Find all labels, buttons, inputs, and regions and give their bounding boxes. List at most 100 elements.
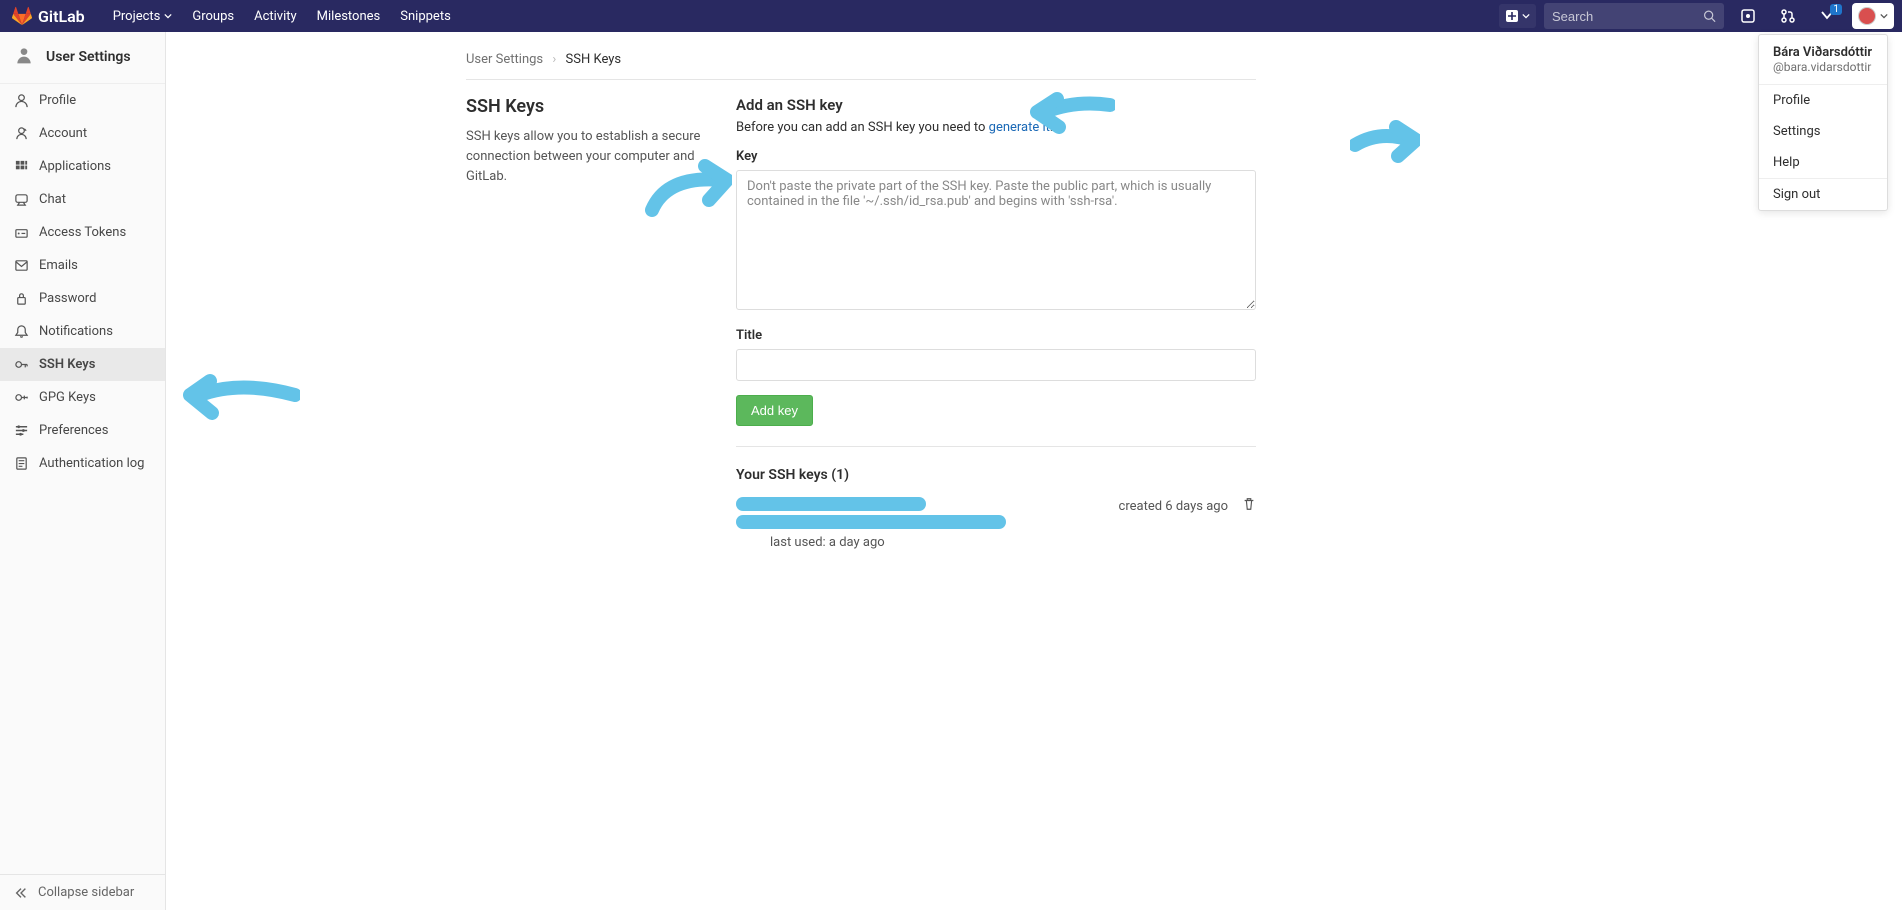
sidebar-item-authentication-log[interactable]: Authentication log	[0, 447, 165, 480]
merge-requests-icon-link[interactable]	[1772, 0, 1804, 32]
sidebar-item-profile[interactable]: Profile	[0, 84, 165, 117]
sidebar-title-text: User Settings	[46, 49, 131, 65]
chevron-down-icon	[1880, 12, 1888, 20]
help-post: .	[1050, 120, 1053, 135]
sidebar-menu: Profile Account Applications Chat Access Tok…	[0, 84, 165, 874]
sidebar-item-notifications[interactable]: Notifications	[0, 315, 165, 348]
sidebar-item-label: GPG Keys	[39, 390, 96, 405]
generate-it-link[interactable]: generate it	[989, 120, 1050, 135]
sidebar-item-label: Chat	[39, 192, 66, 207]
chevron-double-left-icon	[14, 886, 28, 900]
sidebar-header: User Settings	[0, 32, 165, 84]
search-icon	[1703, 9, 1716, 23]
sidebar-item-label: Emails	[39, 258, 78, 273]
sidebar-item-icon	[14, 324, 29, 339]
nav-snippets[interactable]: Snippets	[390, 0, 461, 32]
merge-request-icon	[1780, 8, 1796, 24]
sidebar-item-chat[interactable]: Chat	[0, 183, 165, 216]
breadcrumb-current: SSH Keys	[566, 52, 622, 67]
breadcrumb-separator-icon: ›	[552, 52, 556, 67]
breadcrumb-parent[interactable]: User Settings	[466, 52, 543, 67]
sidebar-item-label: Notifications	[39, 324, 113, 339]
sidebar-item-icon	[14, 390, 29, 405]
delete-key-button[interactable]	[1242, 497, 1256, 515]
chevron-down-icon	[1522, 12, 1530, 20]
dropdown-settings[interactable]: Settings	[1759, 116, 1887, 147]
navbar-left: GitLab Projects Groups Activity Mileston…	[12, 0, 461, 32]
add-key-help: Before you can add an SSH key you need t…	[736, 120, 1256, 135]
sidebar-item-applications[interactable]: Applications	[0, 150, 165, 183]
add-key-button[interactable]: Add key	[736, 395, 813, 426]
sidebar-item-label: Applications	[39, 159, 111, 174]
nav-label: Snippets	[400, 9, 451, 24]
sidebar-item-password[interactable]: Password	[0, 282, 165, 315]
key-created: created 6 days ago	[1119, 499, 1228, 514]
dropdown-help[interactable]: Help	[1759, 147, 1887, 178]
nav-activity[interactable]: Activity	[244, 0, 307, 32]
key-last-used: last used: a day ago	[770, 535, 1119, 550]
title-label: Title	[736, 328, 1256, 343]
user-icon	[14, 45, 34, 69]
ssh-key-textarea[interactable]	[736, 170, 1256, 310]
sidebar-item-icon	[14, 159, 29, 174]
global-search[interactable]	[1544, 3, 1724, 29]
sidebar-item-label: Password	[39, 291, 96, 306]
plus-icon	[1505, 9, 1519, 23]
user-name: Bára Viðarsdóttir	[1773, 45, 1873, 60]
sidebar-item-gpg-keys[interactable]: GPG Keys	[0, 381, 165, 414]
user-avatar-button[interactable]	[1852, 3, 1894, 29]
sidebar-item-icon	[14, 225, 29, 240]
issues-icon-link[interactable]	[1732, 0, 1764, 32]
settings-sidebar: User Settings Profile Account Applications…	[0, 32, 166, 910]
sidebar-item-icon	[14, 258, 29, 273]
gitlab-tanuki-icon	[12, 6, 32, 26]
sidebar-item-icon	[14, 93, 29, 108]
main-content: User Settings › SSH Keys SSH Keys SSH ke…	[166, 32, 1902, 590]
trash-icon	[1242, 497, 1256, 511]
todos-icon-link[interactable]: 1	[1812, 0, 1844, 32]
issues-icon	[1740, 8, 1756, 24]
your-keys-title: Your SSH keys (1)	[736, 467, 1256, 483]
sidebar-item-ssh-keys[interactable]: SSH Keys	[0, 348, 165, 381]
sidebar-item-label: Authentication log	[39, 456, 144, 471]
sidebar-item-preferences[interactable]: Preferences	[0, 414, 165, 447]
sidebar-item-label: SSH Keys	[39, 357, 95, 372]
add-key-title: Add an SSH key	[736, 96, 1256, 114]
sidebar-item-icon	[14, 423, 29, 438]
sidebar-item-label: Account	[39, 126, 87, 141]
sidebar-item-icon	[14, 192, 29, 207]
todo-badge: 1	[1830, 4, 1842, 15]
dropdown-sign-out[interactable]: Sign out	[1759, 179, 1887, 210]
sidebar-item-account[interactable]: Account	[0, 117, 165, 150]
collapse-sidebar-button[interactable]: Collapse sidebar	[0, 874, 165, 910]
sidebar-item-label: Access Tokens	[39, 225, 126, 240]
plus-create-button[interactable]	[1499, 4, 1536, 28]
nav-groups[interactable]: Groups	[182, 0, 244, 32]
dropdown-profile[interactable]: Profile	[1759, 85, 1887, 116]
gitlab-logo[interactable]: GitLab	[12, 6, 85, 26]
sidebar-item-icon	[14, 126, 29, 141]
ssh-key-row: last used: a day ago created 6 days ago	[736, 497, 1256, 550]
collapse-label: Collapse sidebar	[38, 885, 134, 900]
chevron-down-icon	[164, 12, 172, 20]
divider	[736, 446, 1256, 447]
avatar-icon	[1858, 7, 1876, 25]
help-pre: Before you can add an SSH key you need t…	[736, 120, 989, 135]
sidebar-item-icon	[14, 291, 29, 306]
nav-milestones[interactable]: Milestones	[307, 0, 391, 32]
nav-label: Groups	[192, 9, 234, 24]
section-intro: SSH Keys SSH keys allow you to establish…	[466, 96, 716, 550]
sidebar-item-icon	[14, 456, 29, 471]
redacted-key-title	[736, 497, 926, 511]
user-handle: @bara.vidarsdottir	[1773, 60, 1873, 74]
breadcrumb: User Settings › SSH Keys	[466, 52, 1256, 80]
sidebar-item-access-tokens[interactable]: Access Tokens	[0, 216, 165, 249]
nav-label: Projects	[113, 9, 161, 24]
sidebar-item-emails[interactable]: Emails	[0, 249, 165, 282]
sidebar-item-label: Profile	[39, 93, 76, 108]
nav-projects[interactable]: Projects	[103, 0, 183, 32]
ssh-title-input[interactable]	[736, 349, 1256, 381]
search-input[interactable]	[1552, 9, 1703, 24]
brand-text: GitLab	[38, 7, 85, 26]
nav-label: Activity	[254, 9, 297, 24]
